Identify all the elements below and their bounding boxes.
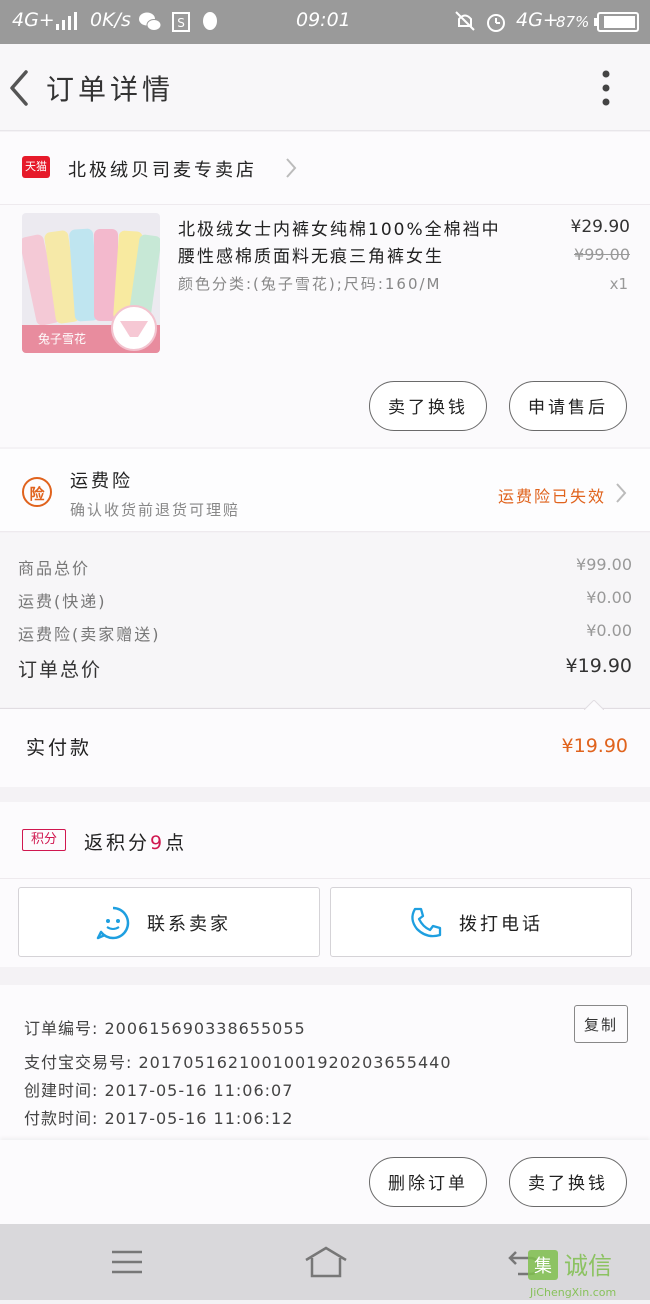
back-arrow-icon[interactable] — [6, 68, 34, 108]
points-row: 积分 返积分9点 — [0, 802, 650, 879]
product-card: 兔子雪花 北极绒女士内裤女纯棉100%全棉裆中腰性感棉质面料无痕三角裤女生 颜色… — [0, 205, 650, 447]
product-sku: 颜色分类:(兔子雪花);尺码:160/M — [178, 275, 442, 293]
mute-icon — [455, 11, 475, 31]
cost-label: 商品总价 — [18, 559, 91, 578]
resell-button[interactable]: 卖了换钱 — [369, 381, 487, 431]
cost-label: 运费险(卖家赠送) — [18, 625, 161, 644]
contact-seller-label: 联系卖家 — [147, 914, 231, 935]
svg-text:S: S — [177, 16, 185, 30]
app-header: 订单详情 — [0, 44, 650, 131]
product-original-price: ¥99.00 — [574, 245, 630, 264]
points-prefix: 返积分 — [84, 832, 151, 854]
shop-name: 北极绒贝司麦专卖店 — [68, 160, 257, 181]
qq-icon — [203, 12, 217, 30]
contact-section: 联系卖家 拨打电话 — [0, 879, 650, 967]
wechat-icon — [139, 12, 162, 31]
insurance-title: 运费险 — [70, 471, 133, 492]
cost-value: ¥0.00 — [586, 588, 632, 607]
chevron-right-icon — [616, 483, 627, 503]
call-phone-label: 拨打电话 — [459, 914, 543, 935]
insurance-icon: 险 — [22, 477, 52, 507]
paid-time: 付款时间: 2017-05-16 11:06:12 — [24, 1109, 294, 1128]
alarm-icon — [487, 14, 505, 32]
insurance-description: 确认收货前退货可理赔 — [70, 501, 241, 519]
apply-after-sale-button[interactable]: 申请售后 — [509, 381, 627, 431]
svg-text:集: 集 — [534, 1256, 552, 1277]
insurance-status: 运费险已失效 — [497, 487, 606, 506]
battery-icon — [594, 12, 639, 32]
signal-icon — [56, 12, 77, 30]
product-quantity: x1 — [609, 275, 628, 293]
points-badge: 积分 — [22, 829, 66, 851]
points-count: 9 — [150, 832, 166, 854]
order-total-value: ¥19.90 — [565, 655, 632, 677]
thumbnail-caption: 兔子雪花 — [38, 331, 86, 346]
more-options-icon[interactable] — [592, 66, 620, 110]
product-title[interactable]: 北极绒女士内裤女纯棉100%全棉裆中腰性感棉质面料无痕三角裤女生 — [178, 217, 508, 271]
order-number: 订单编号: 200615690338655055 — [24, 1019, 306, 1038]
tmall-logo: 天猫 — [22, 156, 50, 178]
watermark-text: 诚信 — [564, 1252, 612, 1280]
menu-icon[interactable] — [110, 1248, 144, 1276]
pointer-notch — [584, 700, 604, 710]
network-indicator: 4G+ — [12, 9, 55, 31]
cost-row-goods: 商品总价 ¥99.00 — [18, 555, 632, 585]
bottom-action-bar: 删除订单 卖了换钱 — [0, 1140, 650, 1224]
delete-order-button[interactable]: 删除订单 — [369, 1157, 487, 1207]
product-price: ¥29.90 — [570, 217, 630, 237]
phone-icon — [411, 907, 442, 938]
points-text: 返积分9点 — [84, 828, 187, 855]
cost-row-insurance: 运费险(卖家赠送) ¥0.00 — [18, 621, 632, 651]
paid-value: ¥19.90 — [561, 735, 628, 757]
cost-breakdown: 商品总价 ¥99.00 运费(快递) ¥0.00 运费险(卖家赠送) ¥0.00… — [0, 533, 650, 707]
page-title: 订单详情 — [46, 73, 175, 106]
clock: 09:01 — [296, 9, 351, 31]
call-phone-button[interactable]: 拨打电话 — [330, 887, 632, 957]
cost-label: 运费(快递) — [18, 592, 107, 611]
resell-button-bottom[interactable]: 卖了换钱 — [509, 1157, 627, 1207]
order-total-row: 订单总价 ¥19.90 — [18, 655, 632, 685]
status-bar: 4G+ 0K/s S 09:01 4G+ 87% — [0, 0, 650, 44]
copy-order-number-button[interactable]: 复制 — [574, 1005, 628, 1043]
cost-value: ¥0.00 — [586, 621, 632, 640]
watermark-domain: JiChengXin.com — [529, 1286, 616, 1299]
created-time: 创建时间: 2017-05-16 11:06:07 — [24, 1081, 294, 1100]
alipay-transaction-number: 支付宝交易号: 2017051621001001920203655440 — [24, 1053, 452, 1072]
product-thumbnail[interactable]: 兔子雪花 — [22, 213, 160, 353]
cost-value: ¥99.00 — [576, 555, 632, 574]
battery-percent: 87% — [556, 13, 590, 31]
cost-row-shipping: 运费(快递) ¥0.00 — [18, 588, 632, 618]
shop-row[interactable]: 天猫 北极绒贝司麦专卖店 — [0, 132, 650, 205]
order-total-label: 订单总价 — [18, 659, 103, 681]
paid-label: 实付款 — [26, 737, 93, 759]
chevron-right-icon — [286, 158, 297, 178]
points-suffix: 点 — [165, 832, 188, 854]
s-app-icon: S — [172, 12, 190, 32]
shipping-insurance-row[interactable]: 险 运费险 确认收货前退货可理赔 运费险已失效 — [0, 449, 650, 532]
contact-seller-button[interactable]: 联系卖家 — [18, 887, 320, 957]
order-info-section: 订单编号: 200615690338655055 复制 支付宝交易号: 2017… — [0, 985, 650, 1140]
watermark-logo: 集 诚信 JiChengXin.com — [526, 1248, 642, 1300]
network-speed: 0K/s — [90, 9, 131, 31]
paid-amount-row: 实付款 ¥19.90 — [0, 700, 650, 787]
network-indicator-right: 4G+ — [516, 9, 559, 31]
home-icon[interactable] — [304, 1246, 348, 1278]
chat-bubble-icon — [96, 906, 130, 940]
